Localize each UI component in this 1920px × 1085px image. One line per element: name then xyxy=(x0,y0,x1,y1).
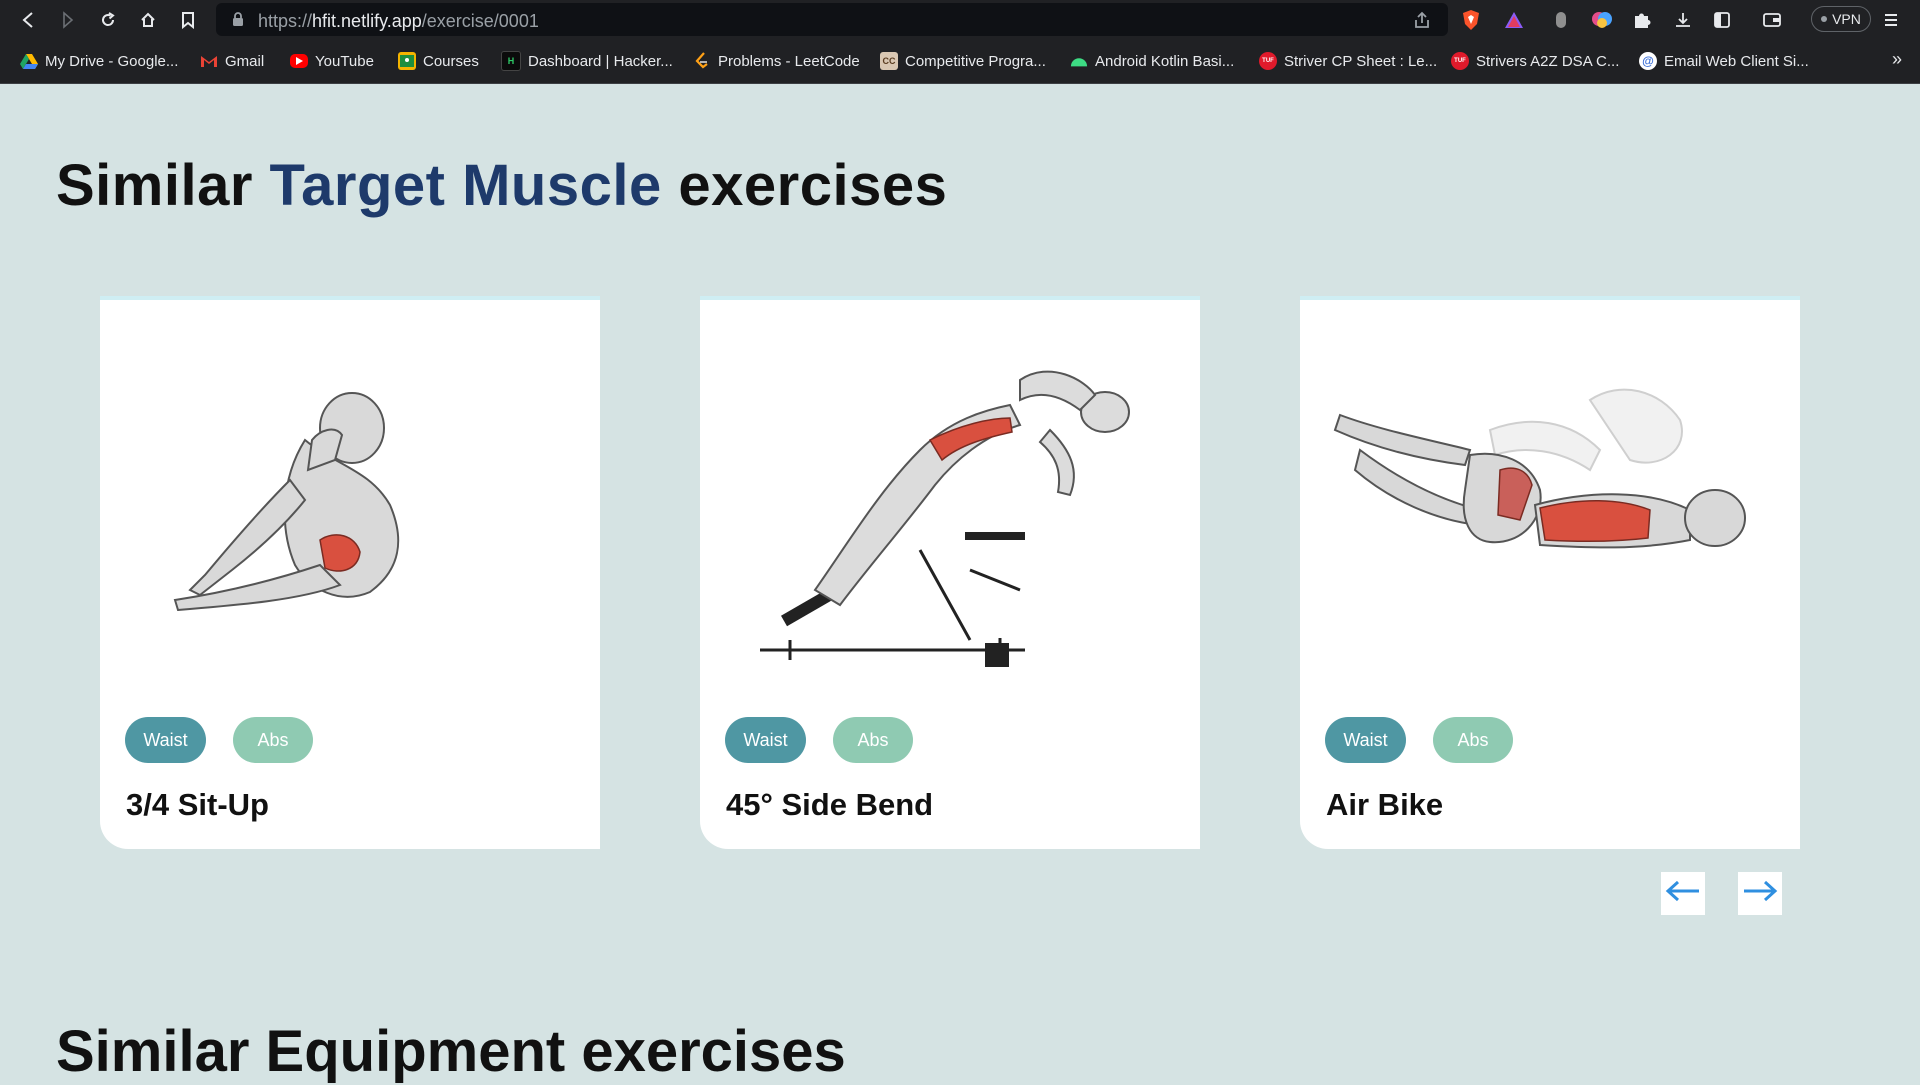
exercise-card[interactable]: Waist Abs 3/4 Sit-Up xyxy=(100,296,600,849)
bookmark-item[interactable]: H Dashboard | Hacker... xyxy=(501,49,673,73)
youtube-icon xyxy=(290,54,308,68)
bookmark-item[interactable]: TUF Striver CP Sheet : Le... xyxy=(1259,49,1437,73)
exercise-image xyxy=(760,370,1130,667)
tuf-icon: TUF xyxy=(1259,52,1277,70)
sidebar-icon[interactable] xyxy=(1708,6,1736,34)
bookmark-item[interactable]: Android Kotlin Basi... xyxy=(1070,49,1234,73)
tag-chip-abs[interactable]: Abs xyxy=(233,717,313,763)
exercise-card[interactable]: Waist Abs 45° Side Bend xyxy=(700,296,1200,849)
tag-chip-waist[interactable]: Waist xyxy=(1325,717,1406,763)
brave-shield-icon[interactable] xyxy=(1457,6,1485,34)
arrow-right-icon xyxy=(1742,880,1778,907)
vpn-button[interactable]: VPN xyxy=(1811,6,1871,32)
tuf-icon: TUF xyxy=(1451,52,1469,70)
bookmark-item[interactable]: Courses xyxy=(398,49,479,73)
exercise-name: 45° Side Bend xyxy=(726,787,934,822)
menu-icon[interactable] xyxy=(1877,6,1905,34)
bookmark-item[interactable]: YouTube xyxy=(290,49,374,73)
android-icon xyxy=(1070,52,1088,70)
bookmark-item[interactable]: Gmail xyxy=(200,49,264,73)
lock-icon xyxy=(232,12,244,31)
google-drive-icon xyxy=(20,52,38,70)
extensions-puzzle-icon[interactable] xyxy=(1628,6,1656,34)
bookmark-item[interactable]: Problems - LeetCode xyxy=(693,49,860,73)
arrow-left-icon xyxy=(1665,880,1701,907)
address-bar[interactable]: https://hfit.netlify.app/exercise/0001 xyxy=(216,3,1448,36)
share-icon[interactable] xyxy=(1408,6,1436,34)
exercise-name: 3/4 Sit-Up xyxy=(126,787,269,822)
leetcode-icon xyxy=(693,52,711,70)
section-heading: Similar Target Muscle exercises xyxy=(56,153,948,218)
tag-chip-waist[interactable]: Waist xyxy=(725,717,806,763)
scroll-left-button[interactable] xyxy=(1661,872,1705,915)
more-bookmarks-icon[interactable]: » xyxy=(1892,49,1902,70)
brave-rewards-icon[interactable] xyxy=(1500,6,1528,34)
reload-icon[interactable] xyxy=(94,6,122,34)
extension-mouse-icon[interactable] xyxy=(1547,6,1575,34)
tag-chip-abs[interactable]: Abs xyxy=(1433,717,1513,763)
next-section-heading: Similar Equipment exercises xyxy=(56,1019,846,1084)
back-icon[interactable] xyxy=(14,6,42,34)
extension-brain-icon[interactable] xyxy=(1588,6,1616,34)
exercise-image xyxy=(1333,388,1746,549)
bookmark-item[interactable]: TUF Strivers A2Z DSA C... xyxy=(1451,49,1619,73)
forward-icon[interactable] xyxy=(54,6,82,34)
gmail-icon xyxy=(200,52,218,70)
bookmarks-bar: My Drive - Google... Gmail YouTube Cours… xyxy=(0,39,1920,84)
url-text: https://hfit.netlify.app/exercise/0001 xyxy=(258,11,539,31)
home-icon[interactable] xyxy=(134,6,162,34)
vpn-status-dot xyxy=(1821,16,1828,22)
exercise-name: Air Bike xyxy=(1326,787,1444,822)
wallet-icon[interactable] xyxy=(1758,6,1786,34)
email-client-icon: @ xyxy=(1639,52,1657,70)
bookmark-icon[interactable] xyxy=(174,6,202,34)
hackerrank-icon: H xyxy=(501,51,521,71)
download-icon[interactable] xyxy=(1669,6,1697,34)
bookmark-item[interactable]: @ Email Web Client Si... xyxy=(1639,49,1809,73)
tag-chip-abs[interactable]: Abs xyxy=(833,717,913,763)
scroll-right-button[interactable] xyxy=(1738,872,1782,915)
tag-chip-waist[interactable]: Waist xyxy=(125,717,206,763)
exercise-image xyxy=(173,392,400,612)
exercise-card[interactable]: Waist Abs Air Bike xyxy=(1300,296,1800,849)
codechef-icon: CC xyxy=(880,52,898,70)
browser-toolbar: https://hfit.netlify.app/exercise/0001 V… xyxy=(0,0,1920,39)
classroom-icon xyxy=(398,52,416,70)
bookmark-item[interactable]: CC Competitive Progra... xyxy=(880,49,1046,73)
bookmark-item[interactable]: My Drive - Google... xyxy=(20,49,178,73)
